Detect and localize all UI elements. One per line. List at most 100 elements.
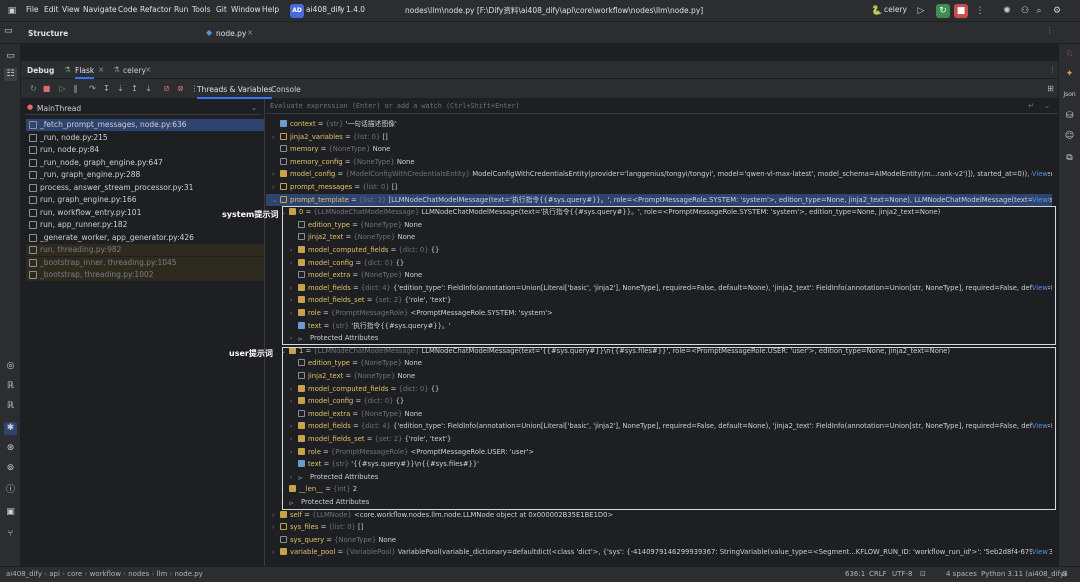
- menu-git[interactable]: Git: [216, 5, 227, 14]
- rerun-icon[interactable]: ↻: [28, 83, 39, 94]
- view-breakpoints-icon[interactable]: ⊘: [161, 83, 172, 94]
- chevron-right-icon[interactable]: ›: [272, 522, 280, 534]
- vcs-icon[interactable]: ⑂: [4, 528, 17, 541]
- structure-icon[interactable]: ☷: [4, 68, 17, 81]
- plugin-icon[interactable]: ✦: [1063, 68, 1076, 81]
- problems-icon[interactable]: ⓘ: [4, 484, 17, 497]
- view-link[interactable]: View: [1031, 546, 1048, 559]
- chevron-right-icon[interactable]: ›: [272, 182, 280, 194]
- chevron-down-icon[interactable]: ⌄: [251, 103, 257, 112]
- breadcrumb-item[interactable]: core: [67, 570, 82, 578]
- stop-icon[interactable]: ■: [954, 4, 968, 18]
- close-flask-icon[interactable]: ×: [98, 65, 104, 74]
- variable-row[interactable]: › variable_pool = {VariablePool} Variable…: [266, 546, 1052, 559]
- chevron-right-icon[interactable]: ›: [272, 510, 280, 522]
- chevron-right-icon[interactable]: ›: [272, 132, 280, 144]
- copilot-icon[interactable]: ☺: [1063, 130, 1076, 143]
- folder-icon[interactable]: ▭: [4, 26, 13, 36]
- run-config[interactable]: celery: [884, 5, 907, 14]
- stack-frame[interactable]: run, graph_engine.py:166: [26, 194, 264, 206]
- breadcrumb-item[interactable]: ai408_dify: [6, 570, 42, 578]
- services-icon[interactable]: ◎: [4, 360, 17, 373]
- notifications-icon[interactable]: ♘: [1063, 48, 1076, 61]
- stack-frame[interactable]: process, answer_stream_processor.py:31: [26, 182, 264, 194]
- pause-icon[interactable]: ‖: [70, 83, 81, 94]
- search-icon[interactable]: ⌕: [1032, 4, 1046, 18]
- thread-selector[interactable]: ● MainThread ⌄: [25, 101, 261, 115]
- view-link[interactable]: View: [1031, 168, 1048, 181]
- stack-frame[interactable]: run, threading.py:982: [26, 244, 264, 256]
- project-badge[interactable]: AD: [290, 4, 304, 18]
- ai-assistant-icon[interactable]: ✺: [1000, 4, 1014, 18]
- file-encoding[interactable]: UTF-8: [892, 570, 912, 578]
- debug-tab-celery[interactable]: celery: [123, 66, 146, 75]
- chevron-down-icon[interactable]: ⌄: [272, 195, 280, 207]
- breadcrumb-item[interactable]: llm: [157, 570, 168, 578]
- lock-icon[interactable]: ⊠: [1062, 570, 1068, 578]
- stack-frame[interactable]: _run_node, graph_engine.py:647: [26, 157, 264, 169]
- resume-program-icon[interactable]: ▷: [57, 83, 68, 94]
- variable-row[interactable]: memory = {NoneType} None: [266, 143, 1052, 156]
- tab-threads-variables[interactable]: Threads & Variables: [197, 85, 273, 99]
- menu-tools[interactable]: Tools: [192, 5, 210, 14]
- menu-code[interactable]: Code: [118, 5, 137, 14]
- stop-icon[interactable]: ■: [41, 83, 52, 94]
- view-link[interactable]: View: [1031, 193, 1048, 207]
- debug-tab-flask[interactable]: Flask: [75, 66, 95, 79]
- database-icon[interactable]: ⛁: [1063, 110, 1076, 123]
- rerun-icon[interactable]: ↻: [936, 4, 950, 18]
- readonly-icon[interactable]: ⊡: [920, 570, 926, 578]
- menu-run[interactable]: Run: [174, 5, 188, 14]
- step-out-icon[interactable]: ↥: [129, 83, 140, 94]
- breadcrumb-item[interactable]: workflow: [90, 570, 121, 578]
- more-tabs-icon[interactable]: ⋮: [1046, 26, 1054, 35]
- run-to-cursor-icon[interactable]: ⤓: [143, 83, 154, 94]
- menu-navigate[interactable]: Navigate: [83, 5, 117, 14]
- stack-frame[interactable]: _run, graph_engine.py:288: [26, 169, 264, 181]
- mute-breakpoints-icon[interactable]: ⊗: [175, 83, 186, 94]
- run-icon[interactable]: ℝ: [4, 380, 17, 393]
- stack-frame[interactable]: _bootstrap, threading.py:1002: [26, 269, 264, 281]
- evaluate-expression-input[interactable]: Evaluate expression (Enter) or add a wat…: [266, 99, 1058, 114]
- app-logo-icon[interactable]: ▣: [5, 4, 19, 18]
- variable-row[interactable]: sys_query = {NoneType} None: [266, 534, 1052, 547]
- file-tab-node-py[interactable]: node.py: [216, 29, 246, 38]
- breadcrumb-item[interactable]: nodes: [128, 570, 149, 578]
- stack-frame[interactable]: _bootstrap_inner, threading.py:1045: [26, 256, 264, 269]
- python-packages-icon[interactable]: ⊛: [4, 442, 17, 455]
- step-into-icon[interactable]: ↧: [101, 83, 112, 94]
- settings-icon[interactable]: ⚙: [1050, 4, 1064, 18]
- layout-icon[interactable]: ⊞: [1045, 83, 1056, 94]
- run-alt-icon[interactable]: ℝ: [4, 400, 17, 413]
- variable-row[interactable]: › self = {LLMNode} <core.workflow.nodes.l…: [266, 509, 1052, 522]
- step-into-my-code-icon[interactable]: ⇣: [115, 83, 126, 94]
- close-celery-icon[interactable]: ×: [145, 65, 151, 74]
- chevron-right-icon[interactable]: ›: [272, 547, 280, 559]
- stack-frame[interactable]: run, node.py:84: [26, 144, 264, 156]
- stack-frame[interactable]: _fetch_prompt_messages, node.py:636: [26, 119, 264, 131]
- menu-window[interactable]: Window: [231, 5, 261, 14]
- python-interpreter[interactable]: Python 3.11 (ai408_dify): [981, 570, 1067, 578]
- step-over-icon[interactable]: ↷: [87, 83, 98, 94]
- variable-row[interactable]: ⌄ prompt_template = {list: 2} [LLMNodeCha…: [266, 193, 1052, 207]
- tab-console[interactable]: Console: [271, 85, 301, 94]
- menu-edit[interactable]: Edit: [44, 5, 59, 14]
- menu-refactor[interactable]: Refactor: [140, 5, 171, 14]
- variable-row[interactable]: › sys_files = {list: 0} []: [266, 521, 1052, 534]
- debug-icon[interactable]: ✱: [4, 422, 17, 435]
- json-icon[interactable]: Json: [1063, 88, 1076, 101]
- indent-setting[interactable]: 4 spaces: [946, 570, 977, 578]
- variable-row[interactable]: memory_config = {NoneType} None: [266, 156, 1052, 169]
- stack-frame[interactable]: run, app_runner.py:182: [26, 219, 264, 231]
- eval-dropdown-icon[interactable]: ⌄: [1044, 101, 1050, 110]
- menu-help[interactable]: Help: [262, 5, 279, 14]
- variable-row[interactable]: › prompt_messages = {list: 0} []: [266, 181, 1052, 194]
- debug-more-icon[interactable]: ⋮: [1049, 65, 1057, 74]
- terminal-icon[interactable]: ▣: [4, 506, 17, 519]
- variable-row[interactable]: › jinja2_variables = {list: 0} []: [266, 131, 1052, 144]
- chevron-right-icon[interactable]: ›: [272, 169, 280, 181]
- caret-position[interactable]: 636:1: [845, 570, 865, 578]
- stack-frame[interactable]: _run, node.py:215: [26, 132, 264, 144]
- stack-frame[interactable]: _generate_worker, app_generator.py:426: [26, 232, 264, 244]
- menu-view[interactable]: View: [62, 5, 80, 14]
